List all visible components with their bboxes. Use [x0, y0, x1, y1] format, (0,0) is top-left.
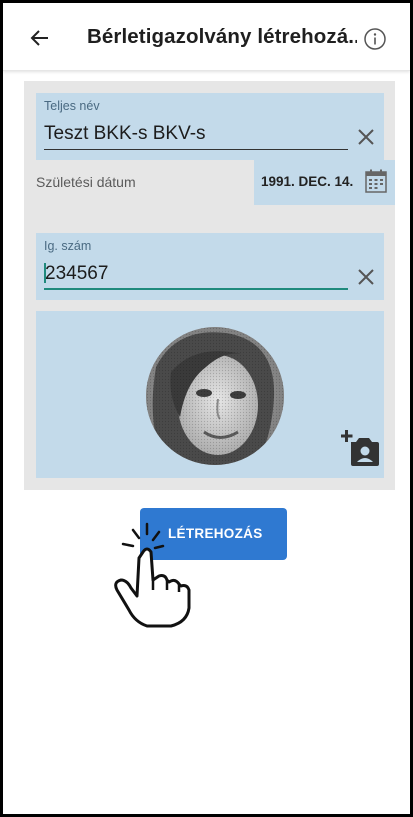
clear-full-name-button[interactable] — [354, 125, 378, 149]
back-button[interactable] — [23, 21, 57, 55]
id-number-value: 234567 — [45, 263, 109, 284]
birth-date-value: 1991. DEC. 14. — [261, 174, 354, 189]
full-name-underline — [44, 149, 348, 150]
add-photo-icon — [340, 430, 379, 466]
full-name-field[interactable]: Teljes név Teszt BKK-s BKV-s — [36, 93, 384, 160]
tap-hand-icon — [114, 522, 191, 628]
full-name-label: Teljes név — [44, 99, 100, 113]
full-name-value: Teszt BKK-s BKV-s — [44, 123, 206, 144]
add-photo-button[interactable] — [340, 428, 381, 468]
close-icon — [358, 129, 374, 145]
form-panel: Teljes név Teszt BKK-s BKV-s Születési d… — [24, 81, 395, 490]
face-photo-image — [146, 327, 284, 465]
info-circle-icon — [364, 28, 386, 50]
photo-area[interactable] — [36, 311, 384, 478]
page-title: Bérletigazolvány létrehozá... — [87, 25, 357, 48]
info-button[interactable] — [363, 27, 387, 51]
app-screen: Bérletigazolvány létrehozá... Teljes név… — [3, 3, 410, 814]
id-number-underline — [44, 288, 348, 290]
arrow-left-icon — [30, 30, 48, 46]
calendar-icon — [365, 169, 387, 193]
app-bar: Bérletigazolvány létrehozá... — [3, 3, 410, 71]
birth-date-row: Születési dátum 1991. DEC. 14. — [24, 160, 395, 205]
birth-date-picker[interactable]: 1991. DEC. 14. — [254, 160, 395, 205]
profile-photo — [146, 327, 284, 465]
close-icon — [358, 269, 374, 285]
device-frame: Bérletigazolvány létrehozá... Teljes név… — [0, 0, 413, 817]
id-number-label: Ig. szám — [44, 239, 92, 253]
clear-id-number-button[interactable] — [354, 265, 378, 289]
id-number-field[interactable]: Ig. szám 234567 — [36, 233, 384, 300]
birth-date-label: Születési dátum — [36, 174, 136, 190]
